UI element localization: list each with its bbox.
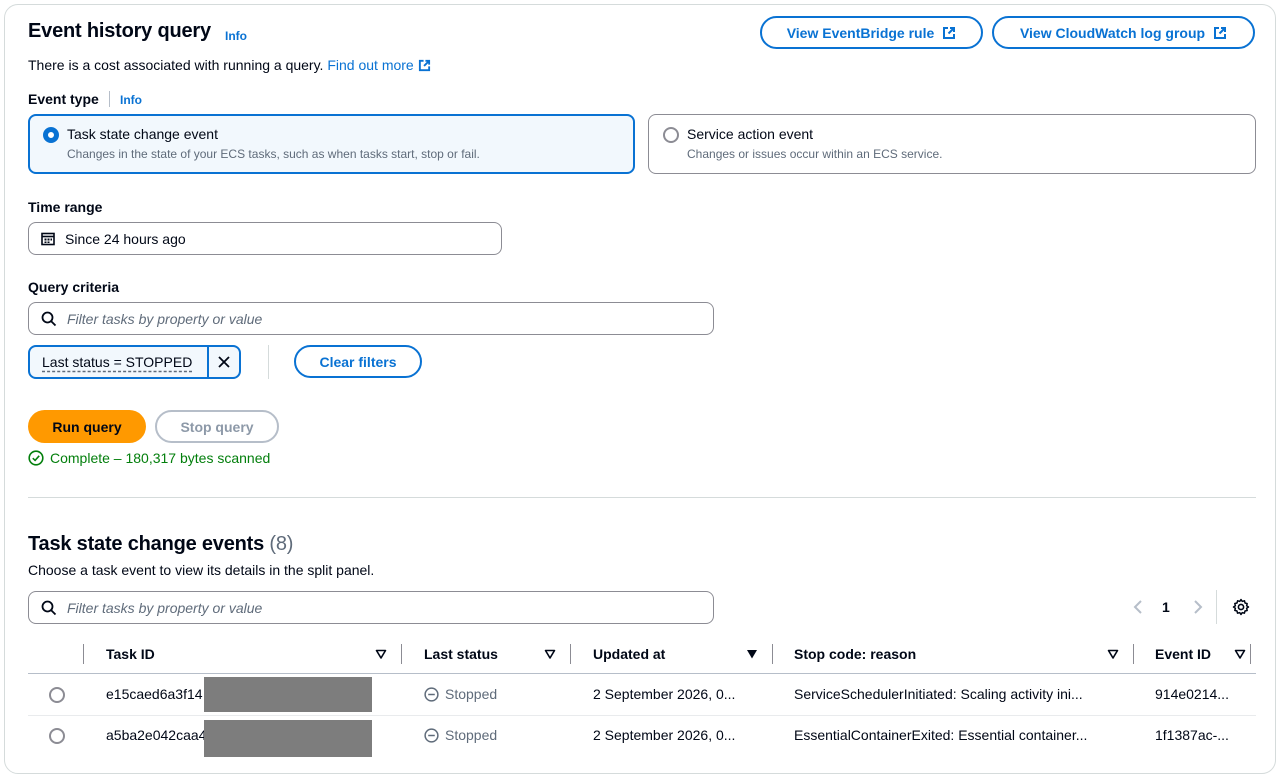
filter-placeholder: Filter tasks by property or value [67, 599, 263, 616]
filter-placeholder: Filter tasks by property or value [67, 310, 263, 327]
page-number[interactable]: 1 [1162, 599, 1170, 615]
view-eventbridge-rule-button[interactable]: View EventBridge rule [760, 16, 983, 49]
eventbridge-button-label: View EventBridge rule [786, 24, 935, 41]
events-filter-input[interactable]: Filter tasks by property or value [28, 591, 714, 624]
pagination-divider [1216, 590, 1217, 624]
radio-title: Service action event [687, 126, 814, 142]
radio-card-service-action[interactable]: Service action event Changes or issues o… [648, 114, 1256, 174]
query-criteria-label: Query criteria [28, 279, 120, 295]
updated-at-cell: 2 September 2026, 0... [593, 727, 736, 743]
query-filter-input[interactable]: Filter tasks by property or value [28, 302, 714, 335]
status-cell: Stopped [424, 686, 497, 702]
stop-query-button: Stop query [155, 410, 279, 443]
external-link-icon [943, 26, 956, 39]
row-select-radio[interactable] [49, 687, 65, 703]
external-link-icon [1214, 26, 1227, 39]
cost-text: There is a cost associated with running … [28, 57, 324, 73]
page-title: Event history query [28, 20, 211, 42]
task-id-cell[interactable]: e15caed6a3f14 [106, 686, 216, 702]
column-header-event-id[interactable]: Event ID [1155, 646, 1211, 662]
table-header: Task ID Last status Updated at Stop code… [28, 640, 1256, 674]
run-query-button[interactable]: Run query [28, 410, 146, 443]
event-id-cell: 914e0214... [1155, 686, 1229, 702]
settings-gear-icon[interactable] [1232, 598, 1250, 616]
status-text: Stopped [445, 727, 498, 743]
label-divider [109, 91, 110, 107]
column-header-stop-code[interactable]: Stop code: reason [794, 646, 916, 662]
table-row[interactable]: a5ba2e042caa4 Stopped 2 September 2026, … [28, 716, 1256, 757]
column-separator [1133, 644, 1134, 664]
task-id-cell[interactable]: a5ba2e042caa4 [106, 727, 216, 743]
calendar-icon [41, 232, 55, 245]
table-row[interactable]: e15caed6a3f14 Stopped 2 September 2026, … [28, 674, 1256, 715]
time-range-label: Time range [28, 199, 103, 215]
external-link-icon [418, 59, 430, 72]
updated-at-cell: 2 September 2026, 0... [593, 686, 736, 702]
stop-reason-cell: ServiceSchedulerInitiated: Scaling activ… [794, 686, 1083, 702]
sort-icon[interactable] [1107, 648, 1119, 660]
event-type-label: Event type [28, 91, 99, 107]
radio-description: Changes in the state of your ECS tasks, … [67, 147, 480, 161]
stopped-status-icon [424, 686, 439, 702]
section-divider [28, 497, 1256, 498]
column-separator [570, 644, 571, 664]
remove-token-button[interactable] [207, 347, 239, 377]
chevron-right-icon[interactable] [1192, 599, 1204, 615]
sort-icon[interactable] [544, 648, 556, 660]
clear-filters-button[interactable]: Clear filters [294, 345, 422, 378]
token-divider [268, 345, 269, 379]
sort-icon[interactable] [1234, 648, 1246, 660]
column-header-last-status[interactable]: Last status [424, 646, 498, 662]
column-separator [1250, 644, 1251, 664]
events-description: Choose a task event to view its details … [28, 562, 375, 578]
column-separator [772, 644, 773, 664]
filter-token[interactable]: Last status = STOPPED [28, 345, 241, 379]
time-range-picker[interactable]: Since 24 hours ago [28, 222, 502, 255]
redacted-block [204, 677, 372, 712]
event-id-cell: 1f1387ac-... [1155, 727, 1229, 743]
column-separator [83, 644, 84, 664]
events-heading: Task state change events (8) [28, 533, 293, 556]
close-icon [218, 356, 230, 368]
column-header-updated-at[interactable]: Updated at [593, 646, 665, 662]
redacted-block [204, 720, 372, 757]
status-text: Complete – 180,317 bytes scanned [50, 450, 271, 466]
status-text: Stopped [445, 686, 498, 702]
view-cloudwatch-log-group-button[interactable]: View CloudWatch log group [992, 16, 1255, 49]
radio-button-selected[interactable] [43, 127, 59, 143]
check-circle-icon [28, 450, 44, 466]
find-out-more-link[interactable]: Find out more [327, 57, 430, 73]
radio-title: Task state change event [67, 126, 218, 142]
column-header-task-id[interactable]: Task ID [106, 646, 155, 662]
row-select-radio[interactable] [49, 728, 65, 744]
query-status: Complete – 180,317 bytes scanned [28, 450, 270, 466]
search-icon [41, 311, 57, 326]
events-title: Task state change events [28, 533, 265, 555]
radio-button[interactable] [663, 127, 679, 143]
sort-icon[interactable] [375, 648, 387, 660]
stop-reason-cell: EssentialContainerExited: Essential cont… [794, 727, 1088, 743]
title-info-link[interactable]: Info [225, 29, 247, 43]
cloudwatch-button-label: View CloudWatch log group [1019, 24, 1206, 41]
stopped-status-icon [424, 727, 439, 743]
event-type-info-link[interactable]: Info [120, 93, 142, 107]
column-separator [401, 644, 402, 664]
search-icon [41, 600, 57, 615]
filter-token-label[interactable]: Last status = STOPPED [30, 347, 207, 377]
cost-notice: There is a cost associated with running … [28, 57, 431, 73]
status-cell: Stopped [424, 727, 497, 743]
radio-description: Changes or issues occur within an ECS se… [687, 147, 943, 161]
chevron-left-icon[interactable] [1132, 599, 1144, 615]
sort-descending-icon[interactable] [746, 648, 758, 660]
radio-card-task-state-change[interactable]: Task state change event Changes in the s… [28, 114, 635, 174]
events-count: (8) [269, 533, 294, 555]
time-range-value: Since 24 hours ago [65, 230, 186, 247]
